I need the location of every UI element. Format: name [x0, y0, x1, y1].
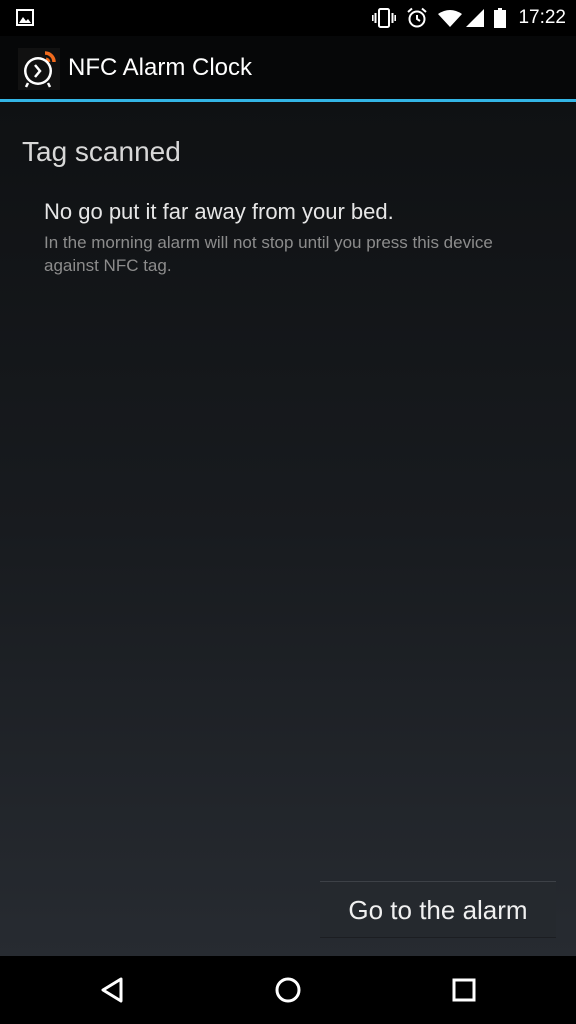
- message-title: No go put it far away from your bed.: [44, 199, 394, 224]
- main-content: Tag scanned No go put it far away from y…: [0, 102, 576, 956]
- vibrate-icon: [372, 8, 397, 28]
- image-icon: [16, 9, 34, 31]
- signal-icon: [466, 9, 485, 27]
- action-bar: NFC Alarm Clock: [0, 36, 576, 100]
- section-title: Tag scanned: [22, 136, 181, 167]
- message-body: In the morning alarm will not stop until…: [44, 233, 493, 275]
- home-icon[interactable]: [268, 970, 308, 1010]
- clock-time: 17:22: [518, 7, 566, 28]
- recents-icon[interactable]: [444, 970, 484, 1010]
- wifi-icon: [438, 9, 463, 27]
- go-to-alarm-button[interactable]: Go to the alarm: [320, 881, 556, 938]
- status-bar: 17:22: [0, 0, 576, 36]
- battery-icon: [494, 8, 507, 28]
- navigation-bar: [0, 956, 576, 1024]
- back-icon[interactable]: [92, 970, 132, 1010]
- nfc-alarm-clock-app-icon[interactable]: [18, 48, 60, 90]
- app-title: NFC Alarm Clock: [68, 54, 253, 81]
- alarm-clock-icon: [406, 7, 428, 29]
